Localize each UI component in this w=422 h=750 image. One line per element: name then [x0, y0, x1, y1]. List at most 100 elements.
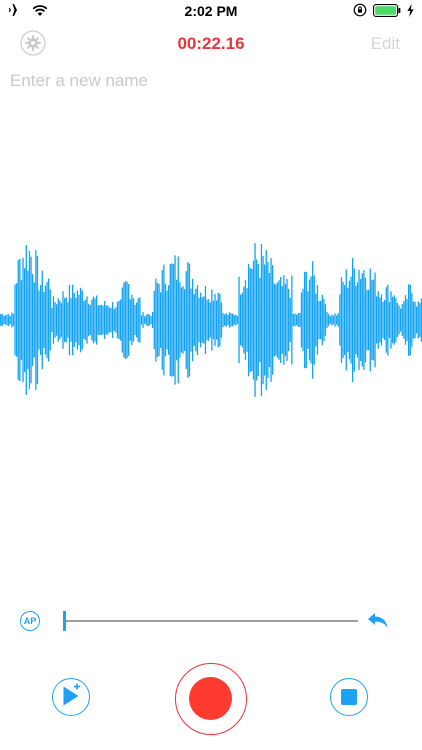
waveform-bar	[196, 285, 199, 355]
waveform-bar	[160, 292, 162, 348]
waveform-bar	[193, 294, 195, 346]
waveform-bar	[412, 301, 415, 339]
waveform-bar	[272, 265, 274, 375]
waveform-bar	[257, 264, 259, 376]
waveform-bar	[76, 290, 79, 350]
waveform-bar	[417, 301, 419, 339]
waveform-bar	[219, 293, 221, 347]
waveform-bar	[396, 302, 399, 337]
waveform-bar	[406, 298, 408, 342]
status-bar: 2:02 PM	[0, 0, 422, 22]
waveform-bar	[108, 307, 111, 333]
scrubber-track[interactable]	[64, 620, 358, 622]
waveform-bar	[43, 292, 45, 349]
waveform-bar	[78, 294, 80, 346]
waveform-bar	[168, 285, 170, 355]
waveform-bar	[318, 301, 320, 339]
waveform-bar	[297, 313, 299, 327]
waveform-bar	[187, 262, 189, 378]
waveform-bar	[67, 302, 69, 338]
waveform-bar	[339, 294, 341, 346]
waveform-bar	[214, 294, 216, 346]
ap-button[interactable]: AP	[20, 611, 40, 631]
waveform-bar	[48, 278, 50, 362]
charging-bolt-icon	[407, 3, 414, 17]
waveform-bar	[38, 290, 40, 350]
waveform-bar	[398, 305, 400, 335]
waveform-bar	[262, 255, 264, 385]
waveform-bar	[419, 303, 421, 337]
waveform-bar	[310, 276, 312, 364]
waveform-bar	[88, 303, 90, 337]
waveform-bar	[57, 298, 59, 342]
waveform-bar	[364, 277, 367, 363]
waveform-bar	[120, 299, 122, 341]
waveform-bar	[22, 257, 24, 383]
recording-name-input[interactable]	[10, 68, 390, 94]
waveform-bar	[292, 314, 295, 327]
waveform-bar	[112, 302, 114, 338]
waveform-bar	[17, 260, 19, 380]
waveform-bar	[248, 263, 250, 377]
waveform-bar	[315, 293, 317, 347]
waveform-bar	[73, 293, 75, 347]
edit-button[interactable]: Edit	[371, 34, 400, 54]
waveform-bar	[132, 298, 135, 342]
waveform-bar	[305, 271, 307, 368]
waveform-bar	[124, 281, 127, 359]
stop-button[interactable]	[330, 678, 368, 716]
waveform-bar	[395, 297, 397, 343]
waveform-bar	[131, 294, 133, 346]
waveform-bar	[30, 256, 32, 384]
waveform-bar	[68, 284, 71, 356]
waveform-bar	[169, 264, 171, 376]
battery-icon	[373, 3, 401, 17]
waveform-bar	[270, 258, 272, 382]
undo-arrow-icon[interactable]	[366, 611, 390, 631]
play-add-button[interactable]	[52, 678, 90, 716]
play-add-icon	[63, 683, 81, 706]
waveform-bar	[307, 291, 309, 349]
waveform-bar	[313, 275, 315, 365]
waveform-bar	[201, 297, 203, 343]
waveform-bar	[25, 245, 27, 395]
waveform-bar	[81, 290, 83, 350]
scrubber-handle[interactable]	[63, 611, 66, 631]
waveform-bar	[200, 292, 202, 348]
waveform-bar	[116, 301, 119, 339]
waveform-bar	[52, 296, 55, 344]
waveform-bar	[174, 255, 176, 385]
waveform-bar	[249, 268, 251, 372]
waveform-bar	[268, 273, 271, 367]
waveform-bar	[99, 305, 101, 336]
waveform-bar	[75, 298, 77, 343]
waveform-bar	[273, 283, 275, 357]
status-right	[353, 3, 414, 17]
waveform-bar	[224, 314, 226, 326]
waveform-bar	[105, 305, 107, 335]
waveform-bar	[336, 315, 338, 325]
waveform-bar	[278, 280, 280, 360]
waveform-bar	[267, 261, 269, 379]
waveform-bar	[166, 290, 168, 350]
waveform-bar	[281, 286, 283, 354]
waveform-bar	[350, 276, 352, 364]
waveform-bar	[80, 287, 82, 353]
waveform-bar	[148, 314, 151, 326]
waveform-bar	[163, 264, 165, 376]
waveform-bar	[144, 316, 146, 324]
waveform-bar	[27, 270, 29, 370]
waveform-bar	[203, 296, 205, 344]
waveform-bar	[299, 313, 301, 328]
waveform-bar	[275, 284, 277, 356]
waveform-bar	[206, 299, 208, 341]
recorder-controls	[0, 660, 422, 740]
waveform-bar	[276, 282, 279, 358]
waveform-bar	[24, 268, 26, 372]
waveform-bar	[209, 302, 211, 338]
waveform-bar	[284, 283, 287, 356]
waveform-bar	[19, 259, 21, 381]
waveform-bar	[86, 296, 88, 344]
waveform-bar	[153, 290, 155, 350]
record-button[interactable]	[175, 663, 247, 735]
